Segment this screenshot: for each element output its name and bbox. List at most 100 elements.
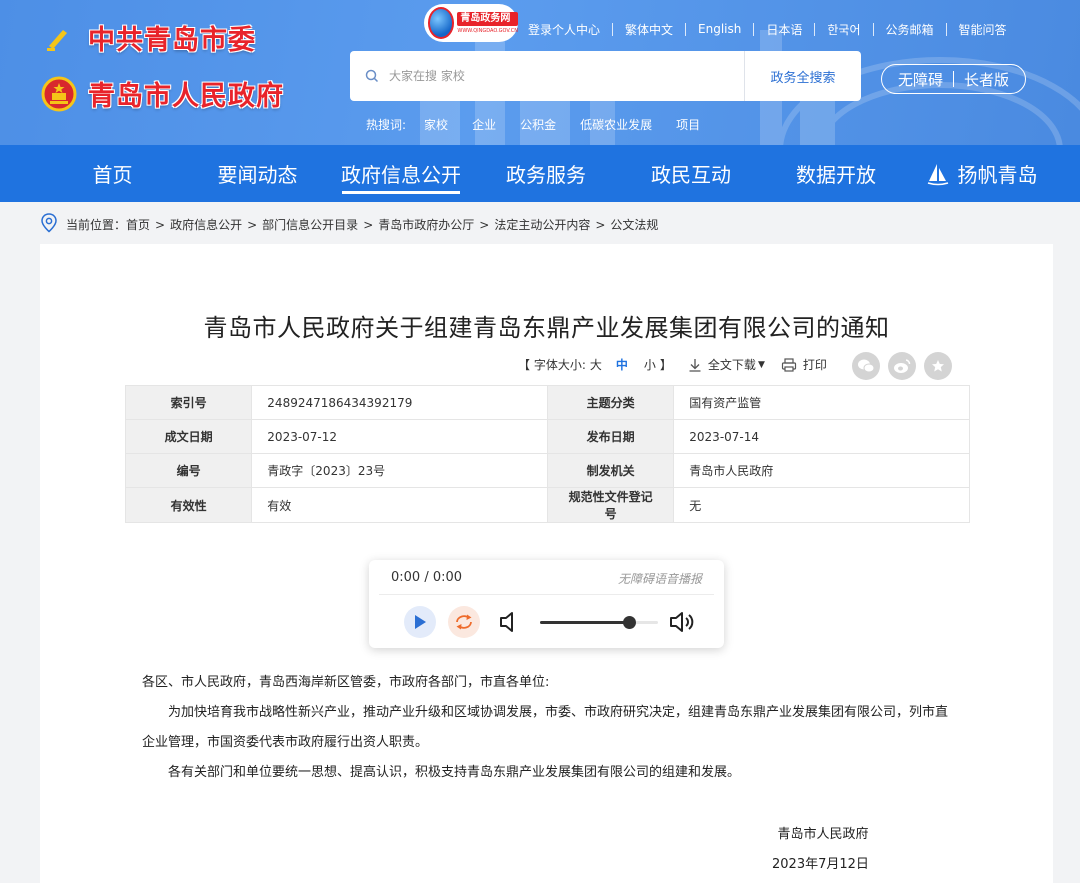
volume-fill xyxy=(540,621,629,624)
voice-broadcast-label: 无障碍语音播报 xyxy=(617,572,702,586)
search-button[interactable]: 政务全搜索 xyxy=(745,51,861,101)
meta-key: 规范性文件登记号 xyxy=(546,487,675,523)
portal-name: 青岛政务网 xyxy=(457,12,518,26)
meta-value: 2489247186434392179 xyxy=(251,385,548,420)
divider xyxy=(945,22,947,36)
meta-value: 青政字〔2023〕23号 xyxy=(251,453,548,488)
barrier-free-button[interactable]: 无障碍 xyxy=(898,69,943,90)
national-emblem-icon xyxy=(40,75,78,113)
breadcrumb-item[interactable]: 法定主动公开内容 xyxy=(494,216,590,233)
divider xyxy=(685,22,687,36)
meta-row: 成文日期 2023-07-12 发布日期 2023-07-14 xyxy=(124,419,970,454)
volume-max-button[interactable] xyxy=(669,610,697,638)
meta-value: 2023-07-12 xyxy=(251,419,548,454)
breadcrumb-sep: > xyxy=(247,217,258,232)
nav-item-interaction[interactable]: 政民互动 xyxy=(650,145,732,202)
loop-button[interactable] xyxy=(448,606,480,638)
site-header: 中共青岛市委 青岛市人民政府 青岛政务网 WWW.QINGDAO.GOV.CN … xyxy=(0,0,1080,145)
meta-row: 有效性 有效 规范性文件登记号无 xyxy=(124,487,970,523)
meta-key: 制发机关 xyxy=(546,453,675,488)
search-input[interactable] xyxy=(389,69,719,83)
traditional-chinese-link[interactable]: 繁体中文 xyxy=(625,21,673,38)
hot-word[interactable]: 公积金 xyxy=(520,116,556,133)
breadcrumb-item[interactable]: 公文法规 xyxy=(610,216,658,233)
search-bar: 政务全搜索 xyxy=(350,51,861,101)
meta-key: 索引号 xyxy=(124,385,253,420)
weibo-share-button[interactable] xyxy=(888,352,916,380)
party-logo[interactable]: 中共青岛市委 xyxy=(40,18,256,57)
nav-item-yangfan-label: 扬帆青岛 xyxy=(957,163,1038,187)
divider xyxy=(872,22,874,36)
print-button[interactable]: 打印 xyxy=(781,356,827,373)
hot-searches: 热搜词: 家校 企业 公积金 低碳农业发展 项目 xyxy=(366,116,724,133)
hot-word[interactable]: 项目 xyxy=(676,116,700,133)
meta-key: 编号 xyxy=(124,453,253,488)
sail-icon xyxy=(926,162,950,186)
smart-qa-link[interactable]: 智能问答 xyxy=(959,21,1007,38)
volume-slider[interactable] xyxy=(540,616,658,629)
korean-link[interactable]: 한국어 xyxy=(827,21,860,38)
audio-player: 0:00 / 0:00 无障碍语音播报 xyxy=(369,560,724,648)
wechat-share-button[interactable] xyxy=(852,352,880,380)
meta-key: 有效性 xyxy=(124,487,253,523)
portal-url: WWW.QINGDAO.GOV.CN xyxy=(457,28,518,34)
nav-item-news[interactable]: 要闻动态 xyxy=(217,145,298,202)
gov-logo[interactable]: 青岛市人民政府 xyxy=(40,74,284,113)
nav-item-services[interactable]: 政务服务 xyxy=(505,145,587,202)
font-size-close: 】 xyxy=(659,358,672,372)
salutation: 各区、市人民政府，青岛西海岸新区管委，市政府各部门，市直各单位: xyxy=(142,675,550,690)
article-tools: 【 字体大小: 大 中 小 】 全文下载 ▼ 打印 xyxy=(518,356,827,373)
article-title: 青岛市人民政府关于组建青岛东鼎产业发展集团有限公司的通知 xyxy=(203,314,890,342)
breadcrumb-item[interactable]: 青岛市政府办公厅 xyxy=(378,216,474,233)
play-icon xyxy=(415,615,426,629)
party-emblem-icon xyxy=(40,19,78,57)
japanese-link[interactable]: 日本语 xyxy=(766,21,802,38)
font-large-button[interactable]: 大 xyxy=(590,356,602,373)
login-link[interactable]: 登录个人中心 xyxy=(528,21,600,38)
breadcrumb-sep: > xyxy=(479,217,490,232)
meta-value: 国有资产监管 xyxy=(673,385,970,420)
meta-row: 编号 青政字〔2023〕23号 制发机关 青岛市人民政府 xyxy=(124,453,970,488)
mute-button[interactable] xyxy=(499,610,519,638)
hot-label: 热搜词: xyxy=(366,118,407,132)
search-field[interactable] xyxy=(350,51,745,101)
globe-icon xyxy=(428,7,455,39)
breadcrumb-sep: > xyxy=(595,217,606,232)
favorite-button[interactable] xyxy=(924,352,952,380)
nav-item-open-data[interactable]: 数据开放 xyxy=(795,145,877,202)
hot-word[interactable]: 企业 xyxy=(472,116,496,133)
breadcrumb-item[interactable]: 部门信息公开目录 xyxy=(262,216,358,233)
article-panel: 青岛市人民政府关于组建青岛东鼎产业发展集团有限公司的通知 【 字体大小: 大 中… xyxy=(40,244,1053,883)
meta-value: 有效 xyxy=(251,487,548,523)
nav-item-gov-info[interactable]: 政府信息公开 xyxy=(340,145,462,202)
main-nav: 首页 要闻动态 政府信息公开 政务服务 政民互动 数据开放 扬帆青岛 xyxy=(0,145,1080,202)
elder-mode-button[interactable]: 长者版 xyxy=(964,69,1009,90)
portal-logo[interactable]: 青岛政务网 WWW.QINGDAO.GOV.CN xyxy=(424,4,518,42)
download-button[interactable]: 全文下载 ▼ xyxy=(688,356,765,373)
english-link[interactable]: English xyxy=(698,22,741,36)
location-pin-icon xyxy=(40,213,58,236)
divider xyxy=(953,71,954,87)
volume-handle[interactable] xyxy=(622,616,636,629)
breadcrumb-item[interactable]: 首页 xyxy=(126,216,150,233)
hot-word[interactable]: 低碳农业发展 xyxy=(580,116,652,133)
font-medium-button[interactable]: 中 xyxy=(616,356,628,373)
signature: 青岛市人民政府 2023年7月12日 xyxy=(772,820,869,880)
nav-item-yangfan[interactable]: 扬帆青岛 xyxy=(925,145,1038,202)
breadcrumb-item[interactable]: 政府信息公开 xyxy=(170,216,242,233)
play-button[interactable] xyxy=(404,606,436,638)
nav-item-home[interactable]: 首页 xyxy=(0,145,225,202)
gov-title: 青岛市人民政府 xyxy=(88,81,284,112)
volume-up-icon xyxy=(670,612,694,632)
search-icon xyxy=(365,69,379,83)
breadcrumb-prefix: 当前位置： xyxy=(66,218,127,232)
download-label: 全文下载 xyxy=(707,358,756,372)
playback-time: 0:00 / 0:00 xyxy=(391,570,463,585)
meta-key: 主题分类 xyxy=(546,385,675,420)
weibo-icon xyxy=(894,359,911,373)
official-mail-link[interactable]: 公务邮箱 xyxy=(886,21,934,38)
print-icon xyxy=(781,357,796,372)
font-small-button[interactable]: 小 xyxy=(644,356,656,373)
divider xyxy=(612,22,614,36)
hot-word[interactable]: 家校 xyxy=(424,116,448,133)
